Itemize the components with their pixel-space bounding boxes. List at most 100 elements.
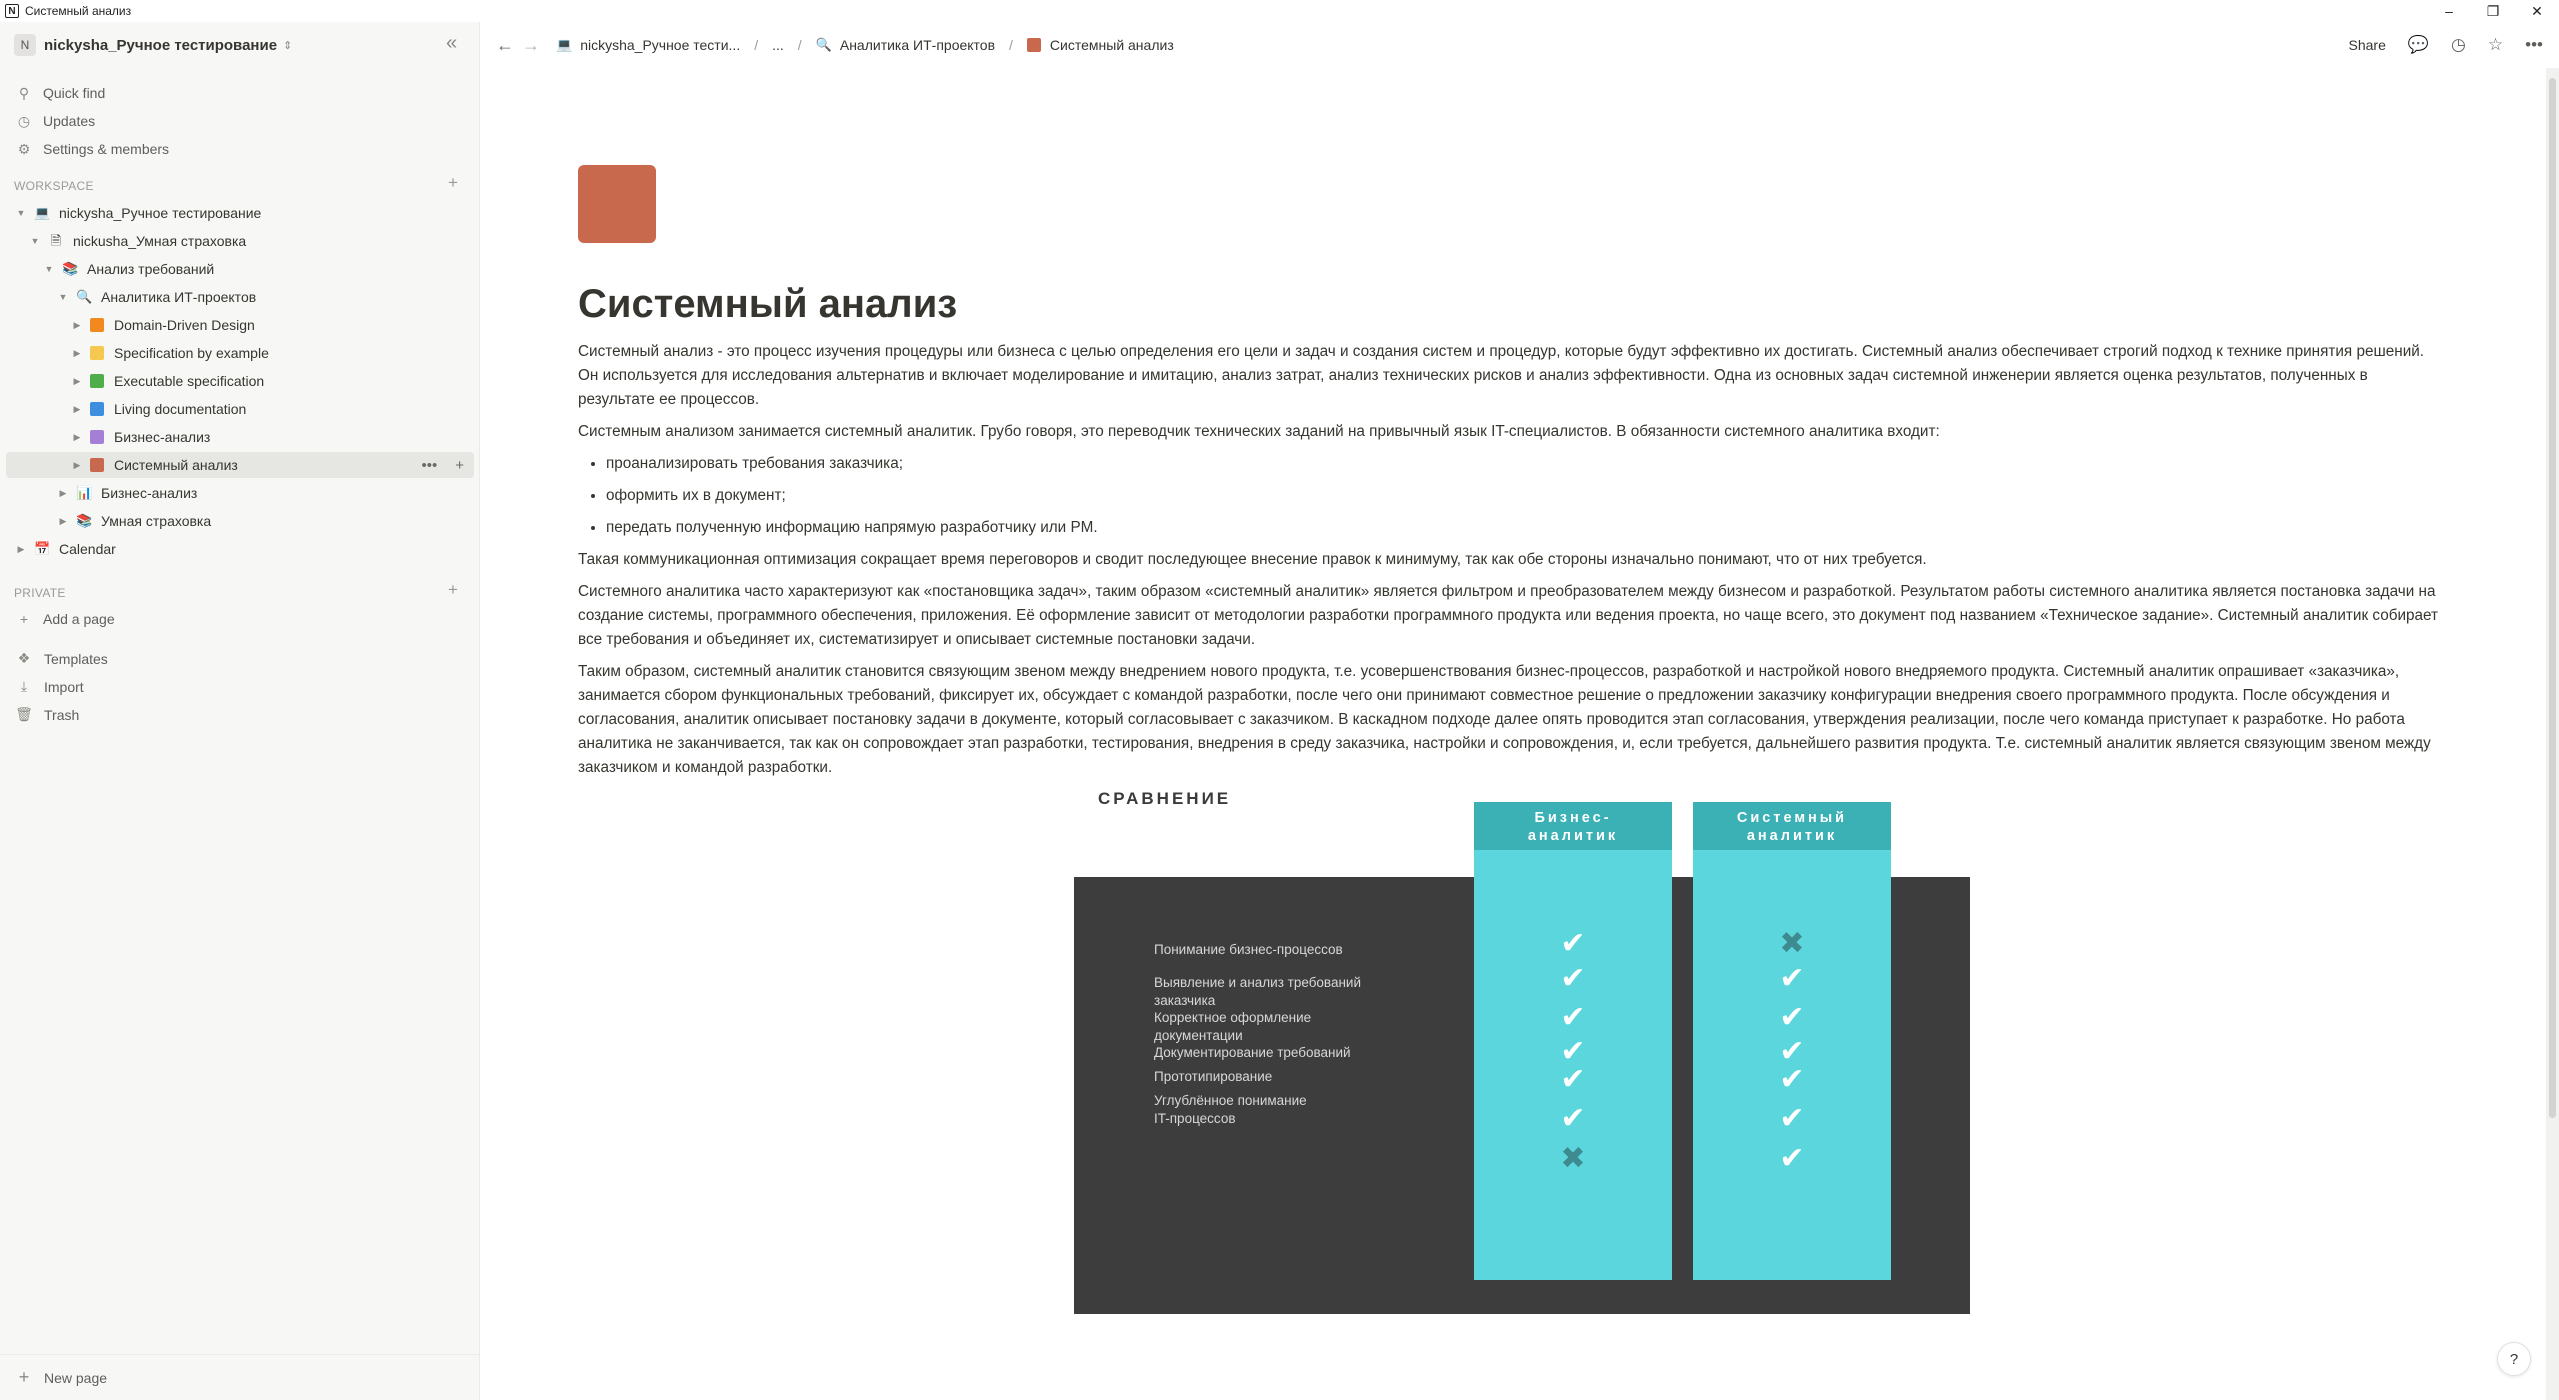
help-button[interactable]: ? <box>2497 1342 2531 1376</box>
expand-toggle-icon[interactable]: ▶ <box>70 460 84 471</box>
comparison-image[interactable]: СРАВНЕНИЕ Бизнес-аналитик Системный анали… <box>1073 787 1971 1314</box>
tree-item-living-doc[interactable]: ▶ Living documentation <box>6 396 474 422</box>
comparison-row-label: Углублённое понимание IT-процессов <box>1154 1093 1307 1126</box>
page-cover-icon[interactable] <box>578 165 656 243</box>
check-icon: ✔ <box>1560 962 1586 995</box>
breadcrumb-separator: / <box>1009 37 1013 53</box>
expand-toggle-icon[interactable]: ▶ <box>70 404 84 415</box>
add-workspace-page-icon[interactable]: + <box>448 173 458 193</box>
new-page-button[interactable]: + New page <box>0 1354 479 1400</box>
expand-toggle-icon[interactable]: ▼ <box>14 208 28 218</box>
history-clock-icon[interactable]: ◷ <box>2451 35 2466 55</box>
minimize-button[interactable]: – <box>2427 0 2471 22</box>
tree-item-biznes-analiz-sub[interactable]: ▶ Бизнес-анализ <box>6 424 474 450</box>
terracotta-square-icon <box>1026 38 1041 52</box>
scrollbar-thumb[interactable] <box>2549 78 2556 1118</box>
expand-toggle-icon[interactable]: ▶ <box>14 544 28 555</box>
comment-icon[interactable]: 💬 <box>2408 35 2429 55</box>
add-private-page-icon[interactable]: + <box>448 580 458 600</box>
import[interactable]: ⤓ Import <box>14 678 84 695</box>
chevron-updown-icon: ⇕ <box>283 39 293 52</box>
tree-item-executable-spec[interactable]: ▶ Executable specification <box>6 368 474 394</box>
paragraph[interactable]: Системный анализ - это процесс изучения … <box>578 340 2448 412</box>
breadcrumb-workspace[interactable]: 💻 nickysha_Ручное тести... <box>556 37 740 53</box>
tree-item-label: Анализ требований <box>87 261 215 277</box>
tree-item-label: nickusha_Умная страховка <box>73 233 247 249</box>
tree-item-ddd[interactable]: ▶ Domain-Driven Design <box>6 312 474 338</box>
scrollbar[interactable] <box>2546 68 2559 1400</box>
add-a-page[interactable]: + Add a page <box>14 606 115 632</box>
paragraph[interactable]: Такая коммуникационная оптимизация сокра… <box>578 548 2448 572</box>
collapse-sidebar-icon[interactable]: « <box>446 32 457 55</box>
blue-square-icon <box>90 402 104 416</box>
forward-arrow-icon[interactable]: → <box>522 35 542 56</box>
expand-toggle-icon[interactable]: ▶ <box>70 432 84 443</box>
list-item[interactable]: оформить их в документ; <box>606 484 2448 508</box>
expand-toggle-icon[interactable]: ▶ <box>70 348 84 359</box>
check-icon: ✔ <box>1560 1063 1586 1096</box>
back-arrow-icon[interactable]: ← <box>496 35 516 56</box>
more-options-icon[interactable]: ••• <box>421 457 437 474</box>
breadcrumb-label: Системный анализ <box>1049 37 1174 53</box>
close-button[interactable]: ✕ <box>2515 0 2559 22</box>
tree-item-label: Calendar <box>59 541 116 557</box>
expand-toggle-icon[interactable]: ▶ <box>70 376 84 387</box>
comparison-row-label: Выявление и анализ требований заказчика <box>1154 975 1361 1008</box>
tree-item-sistemnyi-analiz[interactable]: ▶ Системный анализ ••• + <box>6 452 474 478</box>
paragraph[interactable]: Таким образом, системный аналитик станов… <box>578 660 2448 780</box>
system-analyst-header: Системный аналитик <box>1693 802 1891 850</box>
expand-toggle-icon[interactable]: ▶ <box>56 516 70 527</box>
templates[interactable]: ❖ Templates <box>14 650 108 667</box>
paragraph[interactable]: Системным анализом занимается системный … <box>578 420 2448 444</box>
tree-item-analitika-it[interactable]: ▼ 🔍 Аналитика ИТ-проектов <box>6 284 474 310</box>
gear-icon: ⚙ <box>17 140 31 157</box>
tree-item-label: Аналитика ИТ-проектов <box>101 289 257 305</box>
tree-item-biznes-analiz[interactable]: ▶ 📊 Бизнес-анализ <box>6 480 474 506</box>
add-page-label: Add a page <box>43 611 115 627</box>
list-item[interactable]: проанализировать требования заказчика; <box>606 452 2448 476</box>
workspace-switcher[interactable]: N nickysha_Ручное тестирование ⇕ <box>14 34 292 56</box>
breadcrumb-current[interactable]: Системный анализ <box>1026 37 1174 53</box>
tree-item-spec-by-example[interactable]: ▶ Specification by example <box>6 340 474 366</box>
star-icon[interactable]: ☆ <box>2488 35 2503 55</box>
expand-toggle-icon[interactable]: ▶ <box>70 320 84 331</box>
check-icon: ✔ <box>1779 1102 1805 1135</box>
cross-icon: ✖ <box>1560 1142 1586 1175</box>
add-subpage-icon[interactable]: + <box>455 457 464 474</box>
restore-button[interactable]: ❐ <box>2471 0 2515 22</box>
tree-item-umnaya-strakhovka[interactable]: ▼ 🗎 nickusha_Умная страховка <box>6 228 474 254</box>
tree-item-calendar[interactable]: ▶ 📅 Calendar <box>6 536 474 562</box>
tree-item-analiz-trebovaniy[interactable]: ▼ 📚 Анализ требований <box>6 256 474 282</box>
trash[interactable]: 🗑 Trash <box>14 706 79 723</box>
tree-item-label: Executable specification <box>114 373 265 389</box>
tree-item-umnaya-strakhovka-2[interactable]: ▶ 📚 Умная страховка <box>6 508 474 534</box>
list-item[interactable]: передать полученную информацию напрямую … <box>606 516 2448 540</box>
window-title: Системный анализ <box>25 4 132 18</box>
settings-label: Settings & members <box>43 141 170 157</box>
tree-item-label: Системный анализ <box>114 457 238 473</box>
page-icon: 🗎 <box>50 233 62 248</box>
trash-icon: 🗑 <box>15 706 33 722</box>
updates[interactable]: ◷ Updates <box>14 108 95 134</box>
workspace-name: nickysha_Ручное тестирование <box>44 36 278 54</box>
settings-members[interactable]: ⚙ Settings & members <box>14 136 169 162</box>
updates-label: Updates <box>43 113 96 129</box>
breadcrumb-ellipsis[interactable]: ... <box>772 37 784 53</box>
quick-find[interactable]: ⚲ Quick find <box>14 80 105 106</box>
business-analyst-header: Бизнес-аналитик <box>1474 802 1672 850</box>
expand-toggle-icon[interactable]: ▼ <box>42 264 56 274</box>
breadcrumb-analitika[interactable]: 🔍 Аналитика ИТ-проектов <box>816 37 995 53</box>
books-icon: 📚 <box>76 513 93 528</box>
expand-toggle-icon[interactable]: ▶ <box>56 488 70 499</box>
tree-item-workspace-root[interactable]: ▼ 💻 nickysha_Ручное тестирование <box>6 200 474 226</box>
breadcrumb-separator: / <box>754 37 759 53</box>
expand-toggle-icon[interactable]: ▼ <box>56 292 70 302</box>
share-button[interactable]: Share <box>2349 37 2386 53</box>
window-controls: – ❐ ✕ <box>2427 0 2559 22</box>
paragraph[interactable]: Системного аналитика часто характеризуют… <box>578 580 2448 652</box>
page-title[interactable]: Системный анализ <box>578 282 957 327</box>
plus-icon: + <box>18 1367 30 1387</box>
expand-toggle-icon[interactable]: ▼ <box>28 236 42 246</box>
more-options-icon[interactable]: ••• <box>2525 35 2543 55</box>
import-label: Import <box>44 678 84 695</box>
